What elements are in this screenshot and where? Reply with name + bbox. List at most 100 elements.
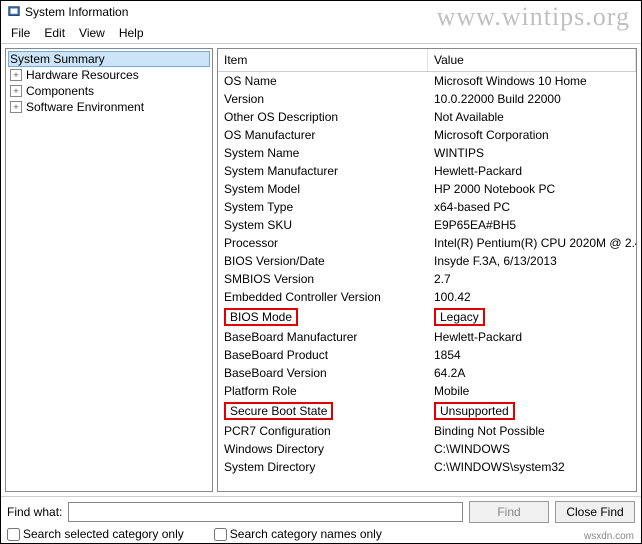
value-cell: 10.0.22000 Build 22000: [434, 92, 561, 106]
value-cell: Mobile: [434, 384, 469, 398]
item-cell: OS Manufacturer: [224, 128, 315, 142]
item-cell: System Model: [224, 182, 300, 196]
table-row[interactable]: BaseBoard Product 1854: [218, 346, 636, 364]
item-cell: System Type: [224, 200, 293, 214]
table-row[interactable]: System Name WINTIPS: [218, 144, 636, 162]
checkbox-selected-category[interactable]: [7, 528, 20, 541]
item-cell: BaseBoard Manufacturer: [224, 330, 357, 344]
value-cell: Hewlett-Packard: [434, 330, 522, 344]
item-cell: Embedded Controller Version: [224, 290, 381, 304]
details-list[interactable]: OS Name Microsoft Windows 10 Home Version 1…: [218, 72, 636, 491]
value-cell: HP 2000 Notebook PC: [434, 182, 555, 196]
table-row[interactable]: OS Name Microsoft Windows 10 Home: [218, 72, 636, 90]
check-search-selected[interactable]: Search selected category only: [7, 527, 184, 541]
table-row[interactable]: SMBIOS Version 2.7: [218, 270, 636, 288]
details-panel: Item Value OS Name Microsoft Windows 10 H…: [217, 48, 637, 492]
table-row[interactable]: Windows Directory C:\WINDOWS: [218, 440, 636, 458]
value-cell: Legacy: [434, 308, 485, 326]
table-row[interactable]: BaseBoard Version 64.2A: [218, 364, 636, 382]
table-row[interactable]: Embedded Controller Version 100.42: [218, 288, 636, 306]
menu-file[interactable]: File: [5, 25, 36, 41]
value-cell: 1854: [434, 348, 461, 362]
item-cell: Secure Boot State: [224, 402, 333, 420]
app-icon: [7, 5, 21, 19]
item-cell: Processor: [224, 236, 278, 250]
item-cell: System Name: [224, 146, 299, 160]
value-cell: Microsoft Windows 10 Home: [434, 74, 587, 88]
item-cell: SMBIOS Version: [224, 272, 314, 286]
value-cell: x64-based PC: [434, 200, 510, 214]
item-cell: BIOS Version/Date: [224, 254, 325, 268]
value-cell: Microsoft Corporation: [434, 128, 549, 142]
table-row[interactable]: BIOS Mode Legacy: [218, 306, 636, 328]
menu-help[interactable]: Help: [113, 25, 150, 41]
close-find-button[interactable]: Close Find: [555, 501, 635, 523]
menu-view[interactable]: View: [73, 25, 111, 41]
tree-hardware-resources[interactable]: + Hardware Resources: [8, 67, 210, 83]
checkbox-category-names[interactable]: [214, 528, 227, 541]
tree-software-environment[interactable]: + Software Environment: [8, 99, 210, 115]
table-row[interactable]: Processor Intel(R) Pentium(R) CPU 2020M @…: [218, 234, 636, 252]
value-cell: Intel(R) Pentium(R) CPU 2020M @ 2.40GHz,…: [434, 236, 636, 250]
find-button[interactable]: Find: [469, 501, 549, 523]
menu-edit[interactable]: Edit: [38, 25, 71, 41]
system-information-window: System Information www.wintips.org File …: [0, 0, 642, 544]
item-cell: BaseBoard Version: [224, 366, 327, 380]
window-title: System Information: [25, 5, 128, 19]
column-headers: Item Value: [218, 49, 636, 72]
expand-icon[interactable]: +: [10, 85, 22, 97]
value-cell: Hewlett-Packard: [434, 164, 522, 178]
category-tree[interactable]: System Summary + Hardware Resources + Co…: [5, 48, 213, 492]
value-cell: 64.2A: [434, 366, 465, 380]
tree-label: Hardware Resources: [26, 68, 139, 82]
tree-components[interactable]: + Components: [8, 83, 210, 99]
table-row[interactable]: System Type x64-based PC: [218, 198, 636, 216]
find-bar: Find what: Find Close Find Search select…: [1, 496, 641, 543]
column-value-header[interactable]: Value: [428, 49, 636, 71]
item-cell: System SKU: [224, 218, 292, 232]
content-area: System Summary + Hardware Resources + Co…: [1, 43, 641, 496]
tree-label: Software Environment: [26, 100, 144, 114]
value-cell: E9P65EA#BH5: [434, 218, 516, 232]
table-row[interactable]: System SKU E9P65EA#BH5: [218, 216, 636, 234]
menubar: File Edit View Help: [1, 23, 641, 43]
item-cell: Version: [224, 92, 264, 106]
value-cell: WINTIPS: [434, 146, 484, 160]
table-row[interactable]: PCR7 ConfigurationBinding Not Possible: [218, 422, 636, 440]
table-row[interactable]: Version 10.0.22000 Build 22000: [218, 90, 636, 108]
value-cell: C:\WINDOWS\system32: [434, 460, 565, 474]
find-input[interactable]: [68, 502, 463, 522]
check-search-names[interactable]: Search category names only: [214, 527, 382, 541]
value-cell: 2.7: [434, 272, 451, 286]
tree-label: Components: [26, 84, 94, 98]
table-row[interactable]: Other OS Description Not Available: [218, 108, 636, 126]
value-cell: 100.42: [434, 290, 471, 304]
table-row[interactable]: BaseBoard Manufacturer Hewlett-Packard: [218, 328, 636, 346]
tree-system-summary[interactable]: System Summary: [8, 51, 210, 67]
item-cell: OS Name: [224, 74, 277, 88]
value-cell: Insyde F.3A, 6/13/2013: [434, 254, 557, 268]
table-row[interactable]: OS Manufacturer Microsoft Corporation: [218, 126, 636, 144]
table-row[interactable]: BIOS Version/Date Insyde F.3A, 6/13/2013: [218, 252, 636, 270]
table-row[interactable]: System Directory C:\WINDOWS\system32: [218, 458, 636, 476]
item-cell: Other OS Description: [224, 110, 338, 124]
item-cell: System Directory: [224, 460, 315, 474]
item-cell: BaseBoard Product: [224, 348, 328, 362]
value-cell: C:\WINDOWS: [434, 442, 510, 456]
table-row[interactable]: System Model HP 2000 Notebook PC: [218, 180, 636, 198]
item-cell: PCR7 Configuration: [224, 424, 331, 438]
expand-icon[interactable]: +: [10, 69, 22, 81]
table-row[interactable]: System Manufacturer Hewlett-Packard: [218, 162, 636, 180]
table-row[interactable]: Platform Role Mobile: [218, 382, 636, 400]
item-cell: Platform Role: [224, 384, 297, 398]
value-cell: Unsupported: [434, 402, 515, 420]
item-cell: Windows Directory: [224, 442, 324, 456]
titlebar: System Information: [1, 1, 641, 23]
expand-icon[interactable]: +: [10, 101, 22, 113]
item-cell: System Manufacturer: [224, 164, 338, 178]
item-cell: BIOS Mode: [224, 308, 298, 326]
value-cell: Not Available: [434, 110, 504, 124]
table-row[interactable]: Secure Boot State Unsupported: [218, 400, 636, 422]
find-label: Find what:: [7, 505, 62, 519]
column-item-header[interactable]: Item: [218, 49, 428, 71]
